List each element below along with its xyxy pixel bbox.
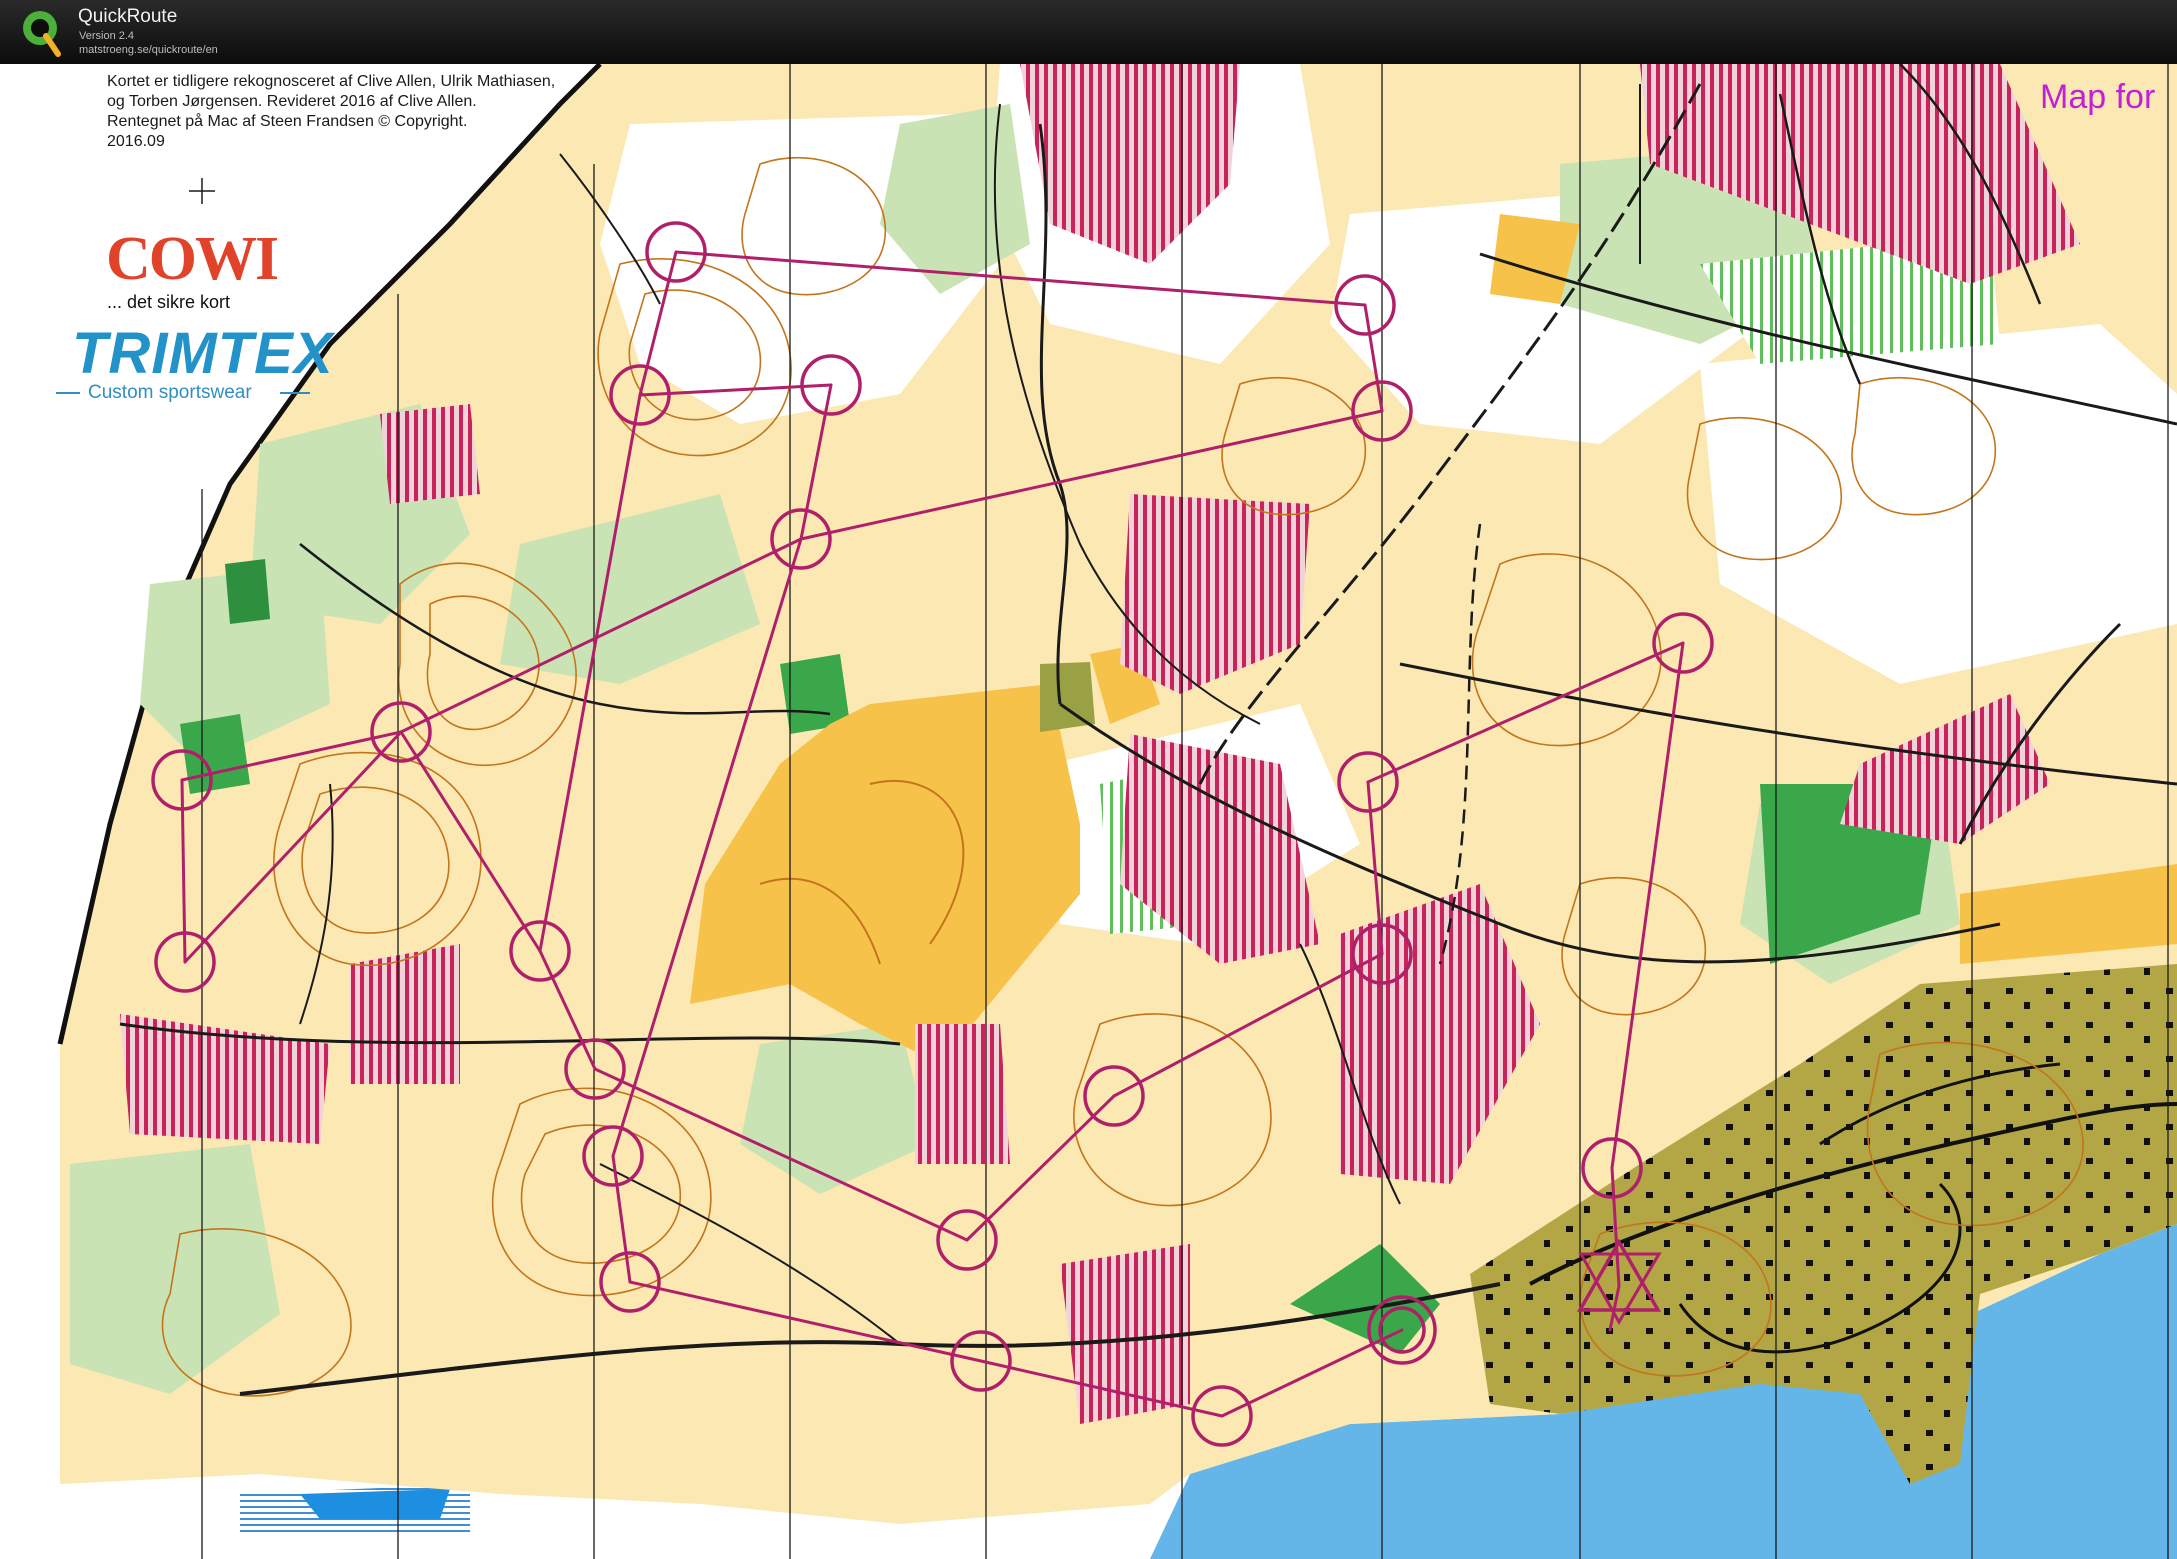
map-credit-line: 2016.09 — [107, 133, 165, 150]
app-title: QuickRoute — [78, 6, 178, 27]
app-url[interactable]: matstroeng.se/quickroute/en — [79, 44, 218, 56]
app-version: Version 2.4 — [79, 30, 135, 42]
lake — [300, 1489, 450, 1519]
trimtex-tagline: Custom sportswear — [88, 382, 252, 403]
window-titlebar: QuickRoute Version 2.4 matstroeng.se/qui… — [0, 0, 2177, 64]
map-credit-line: og Torben Jørgensen. Revideret 2016 af C… — [107, 93, 477, 110]
trimtex-tagline-rule-left — [56, 392, 80, 394]
trimtex-tagline-rule-right — [280, 392, 310, 394]
map-canvas[interactable] — [0, 64, 2177, 1559]
orienteering-map[interactable]: Kortet er tidligere rekognosceret af Cli… — [0, 64, 2177, 1559]
quickroute-logo-icon — [23, 11, 61, 57]
cowi-tagline: ... det sikre kort — [107, 292, 231, 312]
trimtex-logo: TRIMTEX — [72, 321, 334, 386]
map-credit-line: Rentegnet på Mac af Steen Frandsen © Cop… — [107, 113, 468, 130]
map-credit-line: Kortet er tidligere rekognosceret af Cli… — [107, 73, 556, 90]
map-corner-label: Map for — [2040, 78, 2156, 116]
cowi-logo: COWI — [106, 225, 279, 293]
